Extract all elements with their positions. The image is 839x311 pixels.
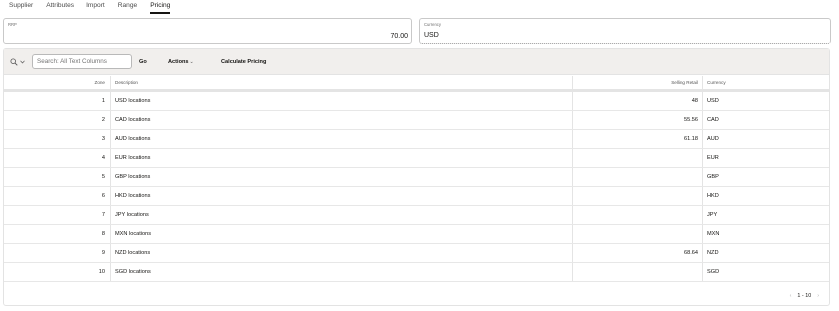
selling-retail-cell [573,149,703,167]
currency-cell: CAD [707,117,719,123]
currency-value: USD [424,32,439,39]
rrp-value: 70.00 [390,33,408,40]
description-cell: SGD locations [111,263,573,281]
description-cell: USD locations [111,92,573,110]
zone-cell: 1 [4,92,111,110]
previous-page-icon[interactable]: ‹ [790,293,792,299]
tab-pricing[interactable]: Pricing [150,0,171,14]
selling-retail-cell [573,168,703,186]
table-row: 8 MXN locations MXN [4,225,829,244]
selling-retail-cell [573,263,703,281]
tab-supplier[interactable]: Supplier [9,0,33,14]
tab-range[interactable]: Range [118,0,137,14]
go-button[interactable]: Go [139,55,147,69]
column-header-selling-retail[interactable]: Selling Retail [573,76,703,89]
currency-cell: JPY [707,212,718,218]
description-cell: EUR locations [111,149,573,167]
zone-cell: 5 [4,168,111,186]
selling-retail-cell: 48 [573,92,703,110]
calculate-pricing-button[interactable]: Calculate Pricing [221,55,266,69]
zone-cell: 3 [4,130,111,148]
actions-label: Actions [168,59,189,65]
table-row: 4 EUR locations EUR [4,149,829,168]
description-cell: AUD locations [111,130,573,148]
currency-cell: USD [707,98,719,104]
table-row: 1 USD locations 48 USD [4,92,829,111]
chevron-down-icon [20,60,25,64]
table-body: 1 USD locations 48 USD 2 CAD locations 5… [4,92,829,282]
currency-cell: MXN [707,231,720,237]
search-column-menu[interactable] [10,56,28,68]
column-header-zone[interactable]: Zone [4,76,111,89]
search-icon [10,58,18,66]
description-cell: MXN locations [111,225,573,243]
zone-cell: 6 [4,187,111,205]
currency-label: Currency [424,22,441,27]
description-cell: JPY locations [111,206,573,224]
zone-cell: 8 [4,225,111,243]
pagination-range: 1 - 10 [797,293,812,299]
currency-cell: HKD [707,193,719,199]
table-row: 10 SGD locations SGD [4,263,829,282]
table-row: 3 AUD locations 61.18 AUD [4,130,829,149]
pricing-report: Go Actions⌄ Calculate Pricing Zone Descr… [3,48,830,306]
table-row: 6 HKD locations HKD [4,187,829,206]
selling-retail-cell [573,206,703,224]
table-row: 7 JPY locations JPY [4,206,829,225]
zone-cell: 7 [4,206,111,224]
description-cell: CAD locations [111,111,573,129]
currency-cell: EUR [707,155,719,161]
next-page-icon[interactable]: › [817,293,819,299]
description-cell: NZD locations [111,244,573,262]
tab-attributes[interactable]: Attributes [46,0,74,14]
selling-retail-cell: 68.64 [573,244,703,262]
currency-field[interactable]: Currency USD [419,18,831,44]
column-header-description[interactable]: Description [111,76,573,89]
table-row: 2 CAD locations 55.56 CAD [4,111,829,130]
zone-cell: 4 [4,149,111,167]
selling-retail-cell: 55.56 [573,111,703,129]
selling-retail-cell [573,225,703,243]
actions-menu-button[interactable]: Actions⌄ [168,55,194,69]
description-cell: HKD locations [111,187,573,205]
table-row: 9 NZD locations 68.64 NZD [4,244,829,263]
zone-cell: 9 [4,244,111,262]
selling-retail-cell [573,187,703,205]
tab-bar: Supplier Attributes Import Range Pricing [0,0,839,14]
chevron-down-icon: ⌄ [189,59,194,65]
rrp-field[interactable]: RRP 70.00 [3,18,412,44]
tab-import[interactable]: Import [86,0,105,14]
currency-cell: GBP [707,174,719,180]
table-header: Zone Description Selling Retail Currency [4,76,829,92]
description-cell: GBP locations [111,168,573,186]
currency-cell: AUD [707,136,719,142]
zone-cell: 10 [4,263,111,281]
table-row: 5 GBP locations GBP [4,168,829,187]
zone-cell: 2 [4,111,111,129]
pagination: ‹ 1 - 10 › [790,293,819,299]
rrp-label: RRP [8,22,17,27]
currency-cell: SGD [707,269,720,275]
column-header-currency[interactable]: Currency [703,76,829,89]
currency-cell: NZD [707,250,719,256]
report-toolbar: Go Actions⌄ Calculate Pricing [4,49,829,75]
search-input[interactable] [32,54,132,69]
selling-retail-cell: 61.18 [573,130,703,148]
